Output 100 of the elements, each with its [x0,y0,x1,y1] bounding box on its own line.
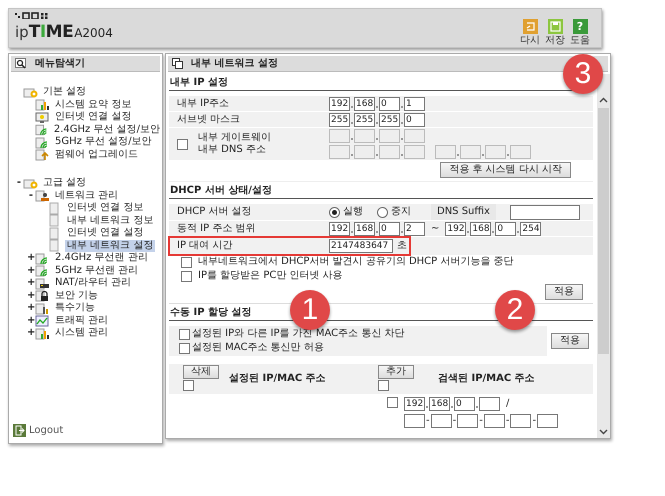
checkbox[interactable] [177,138,188,150]
chart-icon [35,98,50,112]
ip-field[interactable]: 0 [379,96,400,110]
checkbox[interactable] [181,256,192,268]
option-label: 내부네트워크에서 DHCP서버 발견시 공유기의 DHCP 서버기능을 중단 [198,256,514,268]
tree-item[interactable]: 내부 네트워크 설정 [65,240,156,252]
lock-icon [35,289,50,302]
tree-item[interactable]: 고급 설정 [41,177,88,190]
windows-icon [172,58,183,69]
ip-field[interactable]: 168 [354,96,375,110]
column-heading: 설정된 IP/MAC 주소 [229,373,326,385]
ip-field[interactable]: 168 [470,222,492,236]
toolbar-undo-button[interactable]: 다시 [519,19,541,46]
tree-item[interactable]: 트래픽 관리 [53,314,110,327]
tree-item[interactable]: 인터넷 연결 설정 [53,111,134,124]
ip-field[interactable]: 168 [354,222,375,236]
field-label: DNS Suffix [431,204,496,220]
scroll-down-icon[interactable] [599,429,608,435]
radio-option[interactable]: 실행 [329,206,363,218]
wifi-icon [35,264,50,278]
tree-toggle[interactable]: + [27,266,35,276]
checkbox[interactable] [183,380,194,391]
tree-toggle[interactable]: - [15,178,23,188]
ip-field[interactable]: 0 [404,112,425,126]
radio-button[interactable] [329,206,340,218]
checkbox[interactable] [179,342,190,354]
ip-field[interactable]: 192 [445,222,466,236]
tree-item[interactable]: 시스템 요약 정보 [53,98,134,111]
search-icon [15,58,27,69]
tree-item[interactable]: 펌웨어 업그레이드 [53,148,140,161]
checkbox[interactable] [387,397,398,408]
mac-field[interactable] [484,414,505,428]
tree-toggle[interactable]: + [27,253,35,264]
ip-field[interactable]: 254 [520,222,542,236]
network-icon [35,189,50,202]
add-button[interactable]: 추가 [378,365,414,379]
tree-item[interactable]: 5GHz 무선랜 관리 [53,264,140,277]
ip-field[interactable]: 192 [404,397,425,411]
ip-field[interactable] [479,397,500,411]
tree-item[interactable]: 기본 설정 [41,86,88,98]
tree-item[interactable]: 5GHz 무선 설정/보안 [53,136,154,148]
delete-button[interactable]: 삭제 [183,365,219,379]
mac-field[interactable] [404,414,425,428]
apply-button[interactable]: 적용 [551,333,589,349]
tree-item[interactable]: 시스템 관리 [53,327,110,340]
ip-field[interactable]: 0 [495,222,516,236]
checkbox[interactable] [179,328,190,340]
ip-field[interactable]: 1 [404,96,425,110]
radio-label: 중지 [391,206,411,218]
ip-field[interactable]: 192 [329,222,350,236]
radio-button[interactable] [377,206,388,218]
checkbox[interactable] [181,270,192,282]
restart-button[interactable]: 적용 후 시스템 다시 시작 [440,162,571,178]
toolbar-help-button[interactable]: ? 도움 [569,19,591,46]
ip-field[interactable]: 0 [379,222,400,236]
checkbox[interactable] [378,380,389,391]
toolbar-save-button[interactable]: 저장 [544,19,566,46]
ip-field[interactable]: 192 [329,96,350,110]
mac-field[interactable] [430,414,452,428]
logout-link[interactable]: Logout [9,424,162,443]
scroll-up-icon[interactable] [599,97,608,103]
field-label: 내부 게이트웨이 [198,132,272,144]
scrollbar[interactable] [597,74,610,438]
ip-field[interactable]: 255 [354,112,375,126]
tree-toggle[interactable]: - [27,190,35,201]
mac-field[interactable] [537,414,558,428]
ip-field[interactable]: 2 [404,222,425,236]
tree-toggle[interactable]: + [27,316,35,326]
dns-suffix-field[interactable] [510,204,580,220]
dash-separator: - [426,415,430,427]
tree-item[interactable]: 네트워크 관리 [53,190,120,202]
tree-toggle[interactable]: + [27,328,35,338]
tree-toggle[interactable]: + [27,290,35,301]
option-label: IP를 할당받은 PC만 인터넷 사용 [198,270,343,282]
tree-toggle[interactable]: + [27,303,35,314]
apply-button[interactable]: 적용 [545,284,583,300]
ip-field[interactable]: 255 [329,112,350,126]
tree-item[interactable]: 내부 네트워크 정보 [65,214,156,227]
ip-field[interactable]: 255 [379,112,400,126]
tree-item[interactable]: 2.4GHz 무선 설정/보안 [52,124,162,136]
scroll-thumb[interactable] [598,108,609,354]
lease-time-field[interactable]: 2147483647 [329,239,393,253]
slash-separator: / [506,398,510,410]
brand-logo: ipTIMEA2004 [15,24,113,41]
tree-item[interactable]: 2.4GHz 무선랜 관리 [53,252,150,264]
tree-item[interactable]: NAT/라우터 관리 [53,277,134,290]
tree-item[interactable]: 인터넷 연결 설정 [65,227,146,240]
upload-icon [35,148,50,162]
mac-field[interactable] [457,414,478,428]
ip-field[interactable]: 168 [429,397,450,411]
option-label: 설정된 MAC주소 통신만 허용 [192,342,324,354]
ip-field[interactable]: 0 [454,397,475,411]
wifi-icon [35,252,50,265]
tree-item[interactable]: 보안 기능 [53,290,100,302]
tree-toggle[interactable]: + [27,278,35,288]
tree-item[interactable]: 특수기능 [53,302,97,314]
logo-mark-icon [15,12,49,19]
radio-option[interactable]: 중지 [377,206,411,218]
tree-item[interactable]: 인터넷 연결 정보 [65,202,146,214]
mac-field[interactable] [510,414,532,428]
